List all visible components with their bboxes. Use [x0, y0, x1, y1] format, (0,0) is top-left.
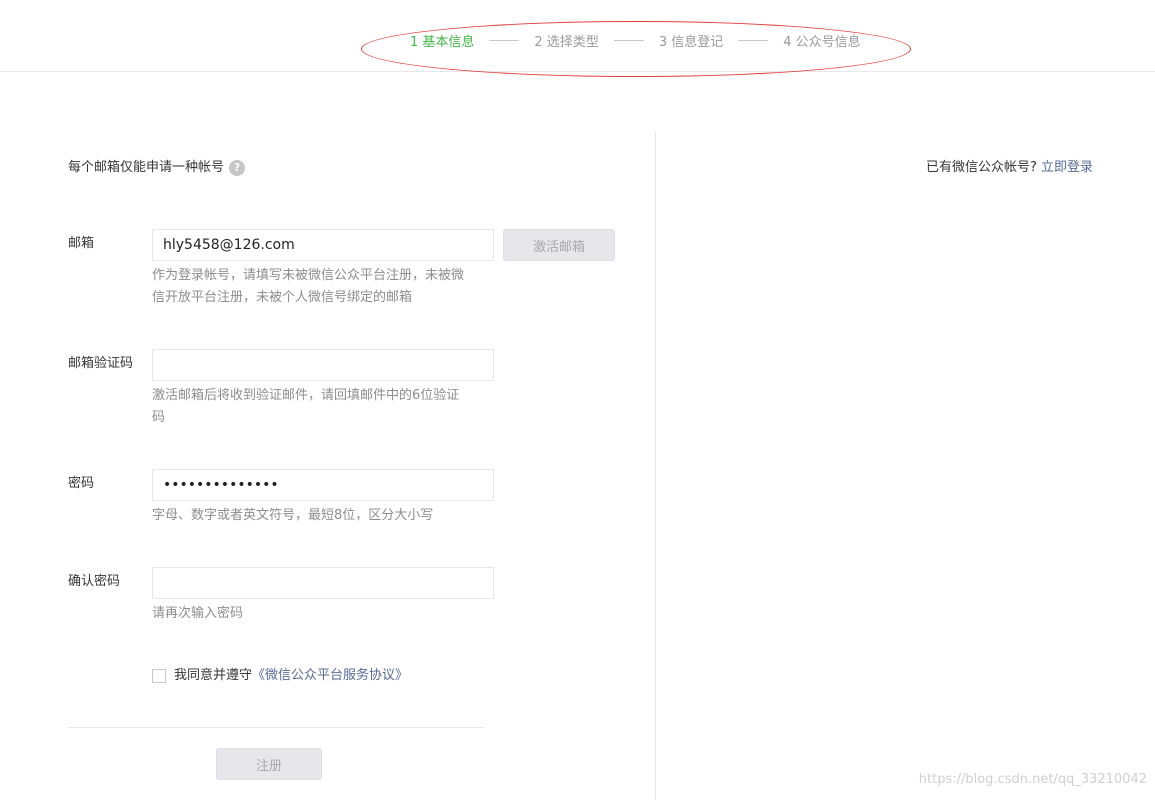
password-field[interactable]	[152, 469, 494, 501]
step-account-info: 4 公众号信息	[783, 34, 861, 50]
step-basic-info: 1 基本信息	[410, 34, 475, 50]
step-connector	[738, 39, 769, 41]
step-info-registration: 3 信息登记	[658, 34, 724, 50]
step-progress: 1 基本信息 2 选择类型 3 信息登记 4 公众号信息	[410, 31, 861, 50]
password-hint: 字母、数字或者英文符号，最短8位，区分大小写	[152, 508, 434, 523]
step-connector	[613, 39, 644, 41]
register-button[interactable]: 注册	[216, 748, 322, 780]
email-code-hint: 激活邮箱后将收到验证邮件，请回填邮件中的6位验证码	[152, 388, 460, 425]
email-code-label: 邮箱验证码	[68, 356, 134, 371]
confirm-password-hint: 请再次输入密码	[152, 606, 244, 621]
email-tip: 每个邮箱仅能申请一种帐号 ?	[68, 158, 246, 178]
activate-email-button[interactable]: 激活邮箱	[503, 229, 615, 261]
step-connector	[489, 39, 520, 41]
login-prompt-text: 已有微信公众帐号?	[925, 160, 1037, 175]
question-icon[interactable]: ?	[229, 160, 246, 176]
email-code-field[interactable]	[152, 349, 494, 381]
agreement-row: 我同意并遵守 《微信公众平台服务协议》	[152, 666, 408, 686]
email-label: 邮箱	[68, 236, 95, 251]
login-link[interactable]: 立即登录	[1041, 160, 1093, 175]
email-tip-text: 每个邮箱仅能申请一种帐号	[68, 160, 225, 175]
confirm-password-label: 确认密码	[68, 574, 121, 589]
agreement-checkbox[interactable]	[152, 669, 166, 683]
step-select-type: 2 选择类型	[534, 34, 599, 50]
login-prompt: 已有微信公众帐号? 立即登录	[926, 158, 1093, 178]
password-label: 密码	[68, 476, 95, 491]
confirm-password-field[interactable]	[152, 567, 494, 599]
email-field[interactable]	[152, 229, 494, 261]
email-hint: 作为登录帐号，请填写未被微信公众平台注册，未被微信开放平台注册，未被个人微信号绑…	[152, 268, 465, 305]
form-divider	[68, 727, 484, 728]
vertical-divider	[655, 132, 656, 800]
top-bar: 1 基本信息 2 选择类型 3 信息登记 4 公众号信息	[0, 0, 1155, 77]
agreement-link[interactable]: 《微信公众平台服务协议》	[252, 666, 408, 686]
agreement-text: 我同意并遵守	[174, 668, 253, 683]
watermark: https://blog.csdn.net/qq_33210042	[918, 772, 1147, 787]
